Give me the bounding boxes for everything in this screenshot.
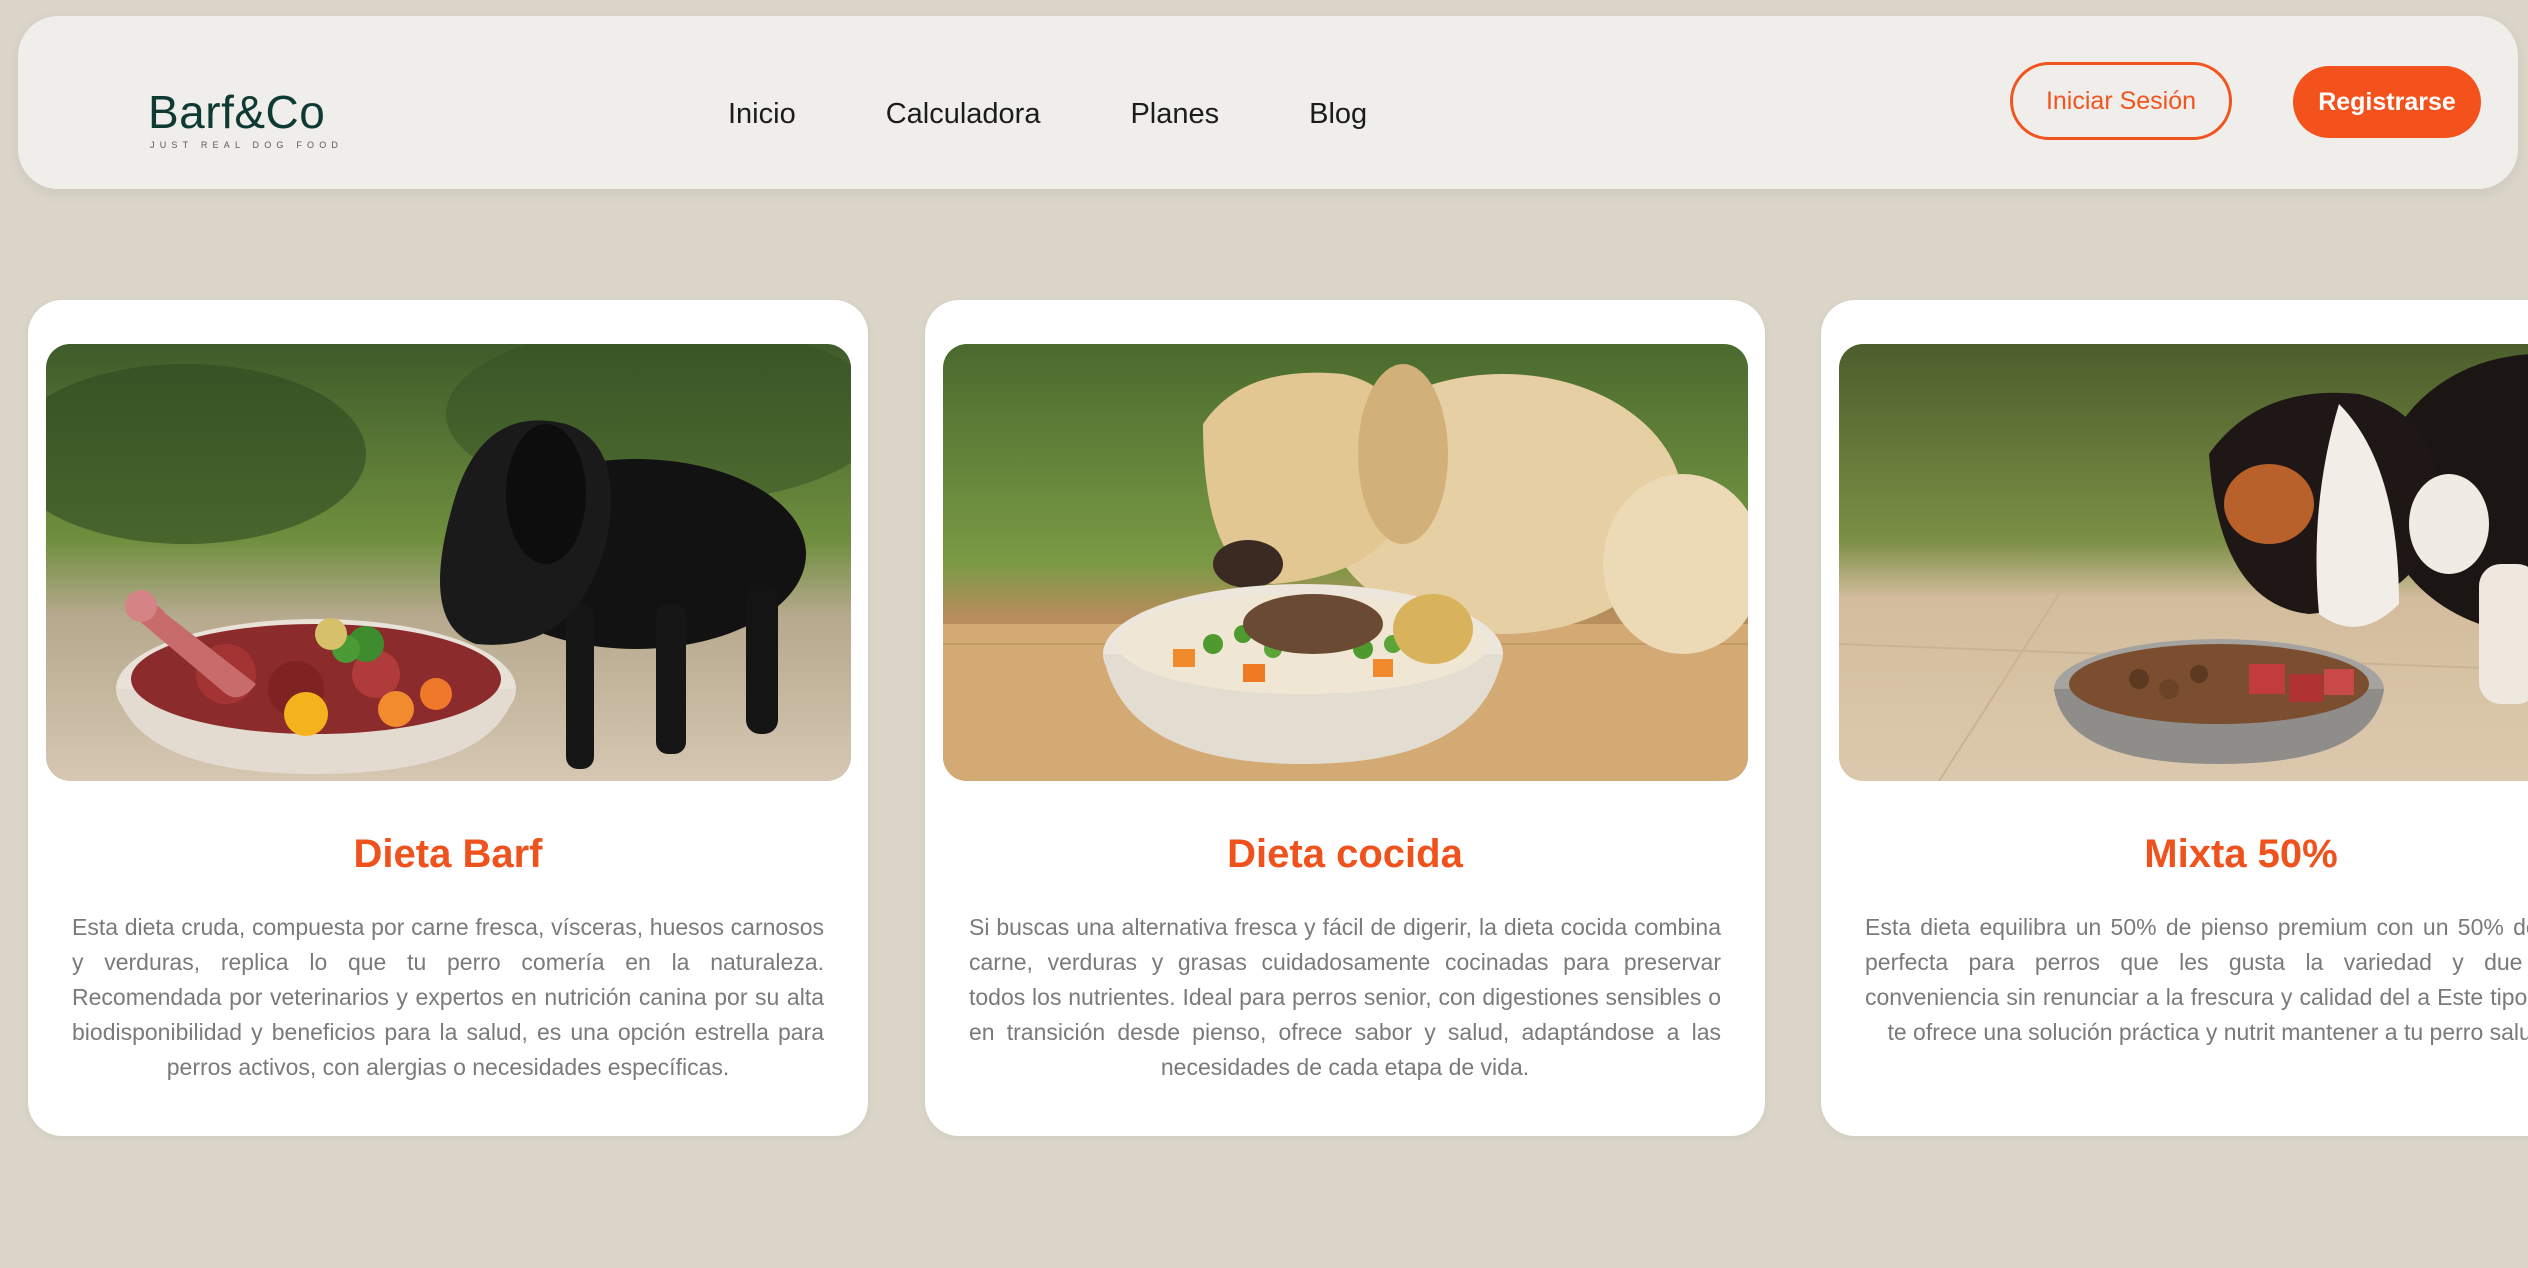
register-button[interactable]: Registrarse <box>2293 66 2481 138</box>
card-description: Esta dieta equilibra un 50% de pienso pr… <box>1865 914 2528 1045</box>
black-dog-raw-food-illustration <box>46 344 851 781</box>
brand-logo[interactable]: Barf&Co JUST REAL DOG FOOD <box>148 88 343 150</box>
login-button[interactable]: Iniciar Sesión <box>2010 62 2232 140</box>
main-nav: Inicio Calculadora Planes Blog <box>728 98 1367 131</box>
card-title: Dieta cocida <box>1227 832 1463 876</box>
nav-item-blog[interactable]: Blog <box>1309 98 1367 131</box>
card-image <box>46 344 851 781</box>
nav-item-calculadora[interactable]: Calculadora <box>886 98 1041 131</box>
nav-item-planes[interactable]: Planes <box>1130 98 1219 131</box>
brand-name: Barf&Co <box>148 86 326 138</box>
nav-item-inicio[interactable]: Inicio <box>728 98 796 131</box>
shepherd-mixed-food-illustration <box>1839 344 2528 781</box>
page: Barf&Co JUST REAL DOG FOOD Inicio Calcul… <box>0 0 2528 1268</box>
diet-card-mixta[interactable]: Mixta 50% Esta dieta equilibra un 50% de… <box>1821 300 2528 1136</box>
diet-card-barf[interactable]: Dieta Barf Esta dieta cruda, compuesta p… <box>28 300 868 1136</box>
card-description: Esta dieta cruda, compuesta por carne fr… <box>72 914 824 1080</box>
labrador-cooked-food-illustration <box>943 344 1748 781</box>
card-title: Mixta 50% <box>2144 832 2338 876</box>
diet-card-cocida[interactable]: Dieta cocida Si buscas una alternativa f… <box>925 300 1765 1136</box>
brand-tagline: JUST REAL DOG FOOD <box>150 140 344 150</box>
site-header: Barf&Co JUST REAL DOG FOOD Inicio Calcul… <box>18 16 2518 189</box>
card-title: Dieta Barf <box>353 832 543 876</box>
card-description: Si buscas una alternativa fresca y fácil… <box>969 914 1721 1080</box>
card-image <box>943 344 1748 781</box>
card-image <box>1839 344 2528 781</box>
